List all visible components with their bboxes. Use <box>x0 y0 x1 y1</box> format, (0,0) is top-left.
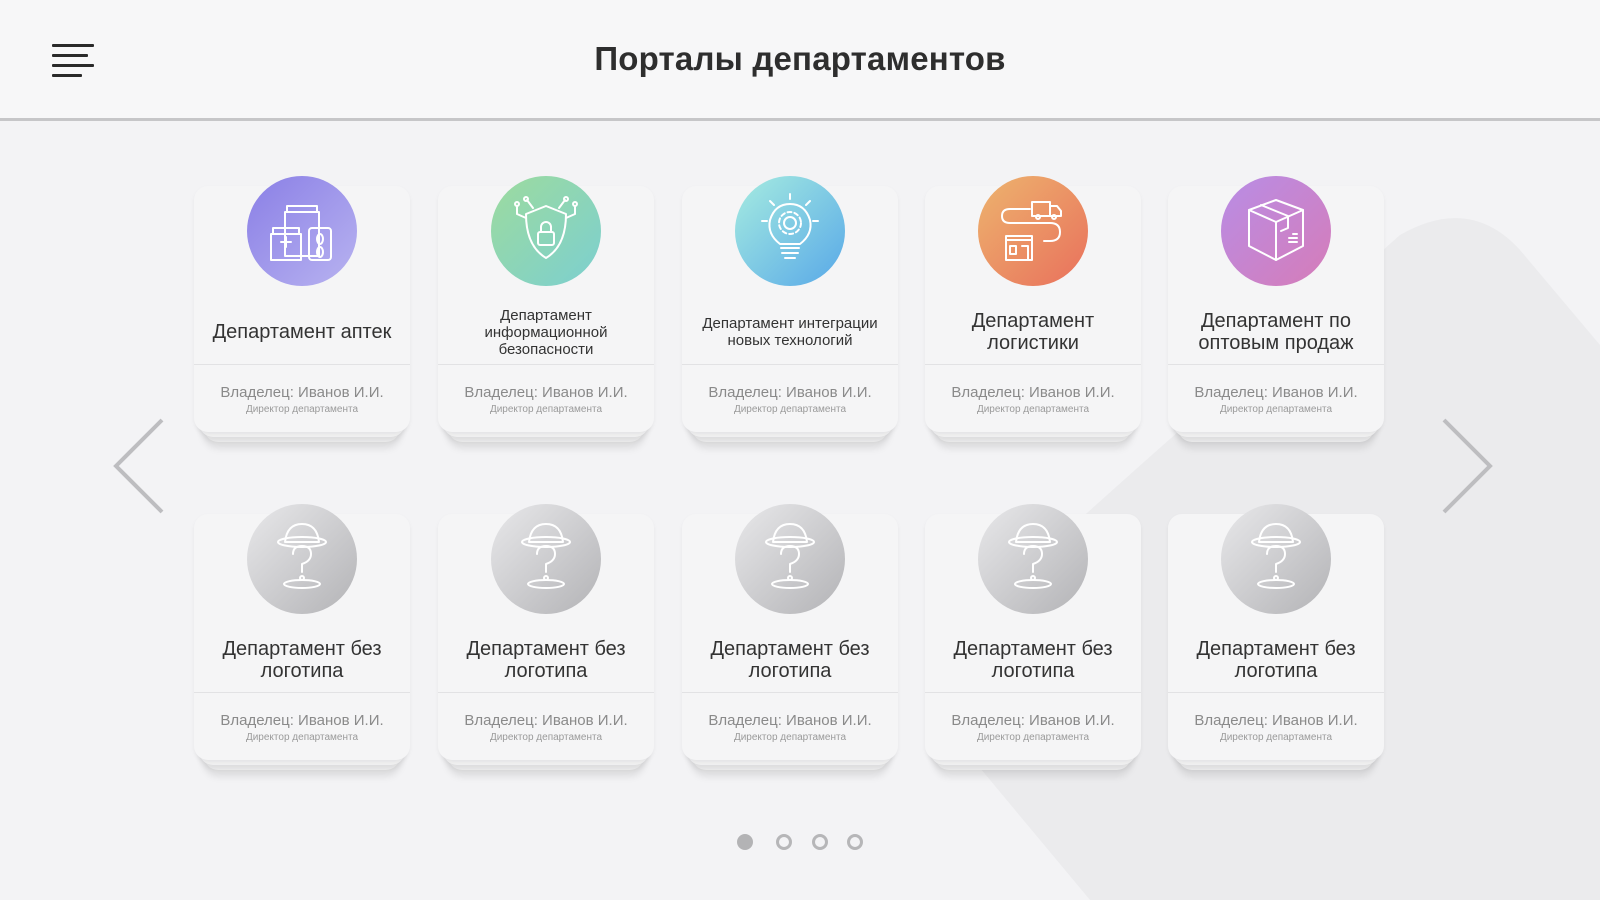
department-card[interactable]: Департамент аптек Владелец: Иванов И.И. … <box>194 176 410 442</box>
department-card[interactable]: Департамент информационной безопасности … <box>438 176 654 442</box>
department-card[interactable]: Департамент без логотипа Владелец: Ивано… <box>682 504 898 770</box>
department-name: Департамент аптек <box>212 321 392 343</box>
department-card[interactable]: Департамент логистики Владелец: Иванов И… <box>925 176 1141 442</box>
department-grid: Департамент аптек Владелец: Иванов И.И. … <box>0 0 1600 900</box>
security-shield-icon <box>491 176 601 286</box>
pagination-dot[interactable] <box>737 834 753 850</box>
department-owner-role: Директор департамента <box>245 732 359 743</box>
department-name: Департамент логистики <box>971 310 1095 354</box>
department-owner: Владелец: Иванов И.И. <box>220 384 384 401</box>
unknown-hat-icon <box>735 504 845 614</box>
department-owner-role: Директор департамента <box>489 732 603 743</box>
department-owner: Владелец: Иванов И.И. <box>1194 384 1358 401</box>
department-owner: Владелец: Иванов И.И. <box>1194 712 1358 729</box>
department-owner: Владелец: Иванов И.И. <box>220 712 384 729</box>
department-owner-role: Директор департамента <box>245 404 359 415</box>
unknown-hat-icon <box>978 504 1088 614</box>
department-card[interactable]: Департамент без логотипа Владелец: Ивано… <box>1168 504 1384 770</box>
card-divider <box>1168 692 1384 693</box>
card-divider <box>682 692 898 693</box>
card-divider <box>438 364 654 365</box>
card-divider <box>438 692 654 693</box>
department-owner: Владелец: Иванов И.И. <box>951 384 1115 401</box>
department-owner-role: Директор департамента <box>1219 732 1333 743</box>
department-owner: Владелец: Иванов И.И. <box>464 712 628 729</box>
card-divider <box>925 364 1141 365</box>
package-box-icon <box>1221 176 1331 286</box>
department-owner-role: Директор департамента <box>733 404 847 415</box>
card-divider <box>682 364 898 365</box>
department-owner: Владелец: Иванов И.И. <box>951 712 1115 729</box>
card-divider <box>1168 364 1384 365</box>
pagination-dot[interactable] <box>776 834 792 850</box>
card-divider <box>925 692 1141 693</box>
department-card[interactable]: Департамент без логотипа Владелец: Ивано… <box>438 504 654 770</box>
department-owner: Владелец: Иванов И.И. <box>464 384 628 401</box>
department-name: Департамент интеграции новых технологий <box>702 315 878 349</box>
lightbulb-gear-icon <box>735 176 845 286</box>
department-name: Департамент без логотипа <box>222 638 382 682</box>
unknown-hat-icon <box>491 504 601 614</box>
unknown-hat-icon <box>1221 504 1331 614</box>
department-card[interactable]: Департамент по оптовым продаж Владелец: … <box>1168 176 1384 442</box>
department-name: Департамент без логотипа <box>953 638 1113 682</box>
department-card[interactable]: Департамент без логотипа Владелец: Ивано… <box>925 504 1141 770</box>
department-owner-role: Директор департамента <box>1219 404 1333 415</box>
department-name: Департамент без логотипа <box>1196 638 1356 682</box>
pharmacy-icon <box>247 176 357 286</box>
card-divider <box>194 692 410 693</box>
pagination-dot[interactable] <box>812 834 828 850</box>
department-owner-role: Директор департамента <box>976 732 1090 743</box>
department-name: Департамент без логотипа <box>466 638 626 682</box>
pagination-dots <box>0 834 1600 854</box>
unknown-hat-icon <box>247 504 357 614</box>
department-owner-role: Директор департамента <box>489 404 603 415</box>
department-owner: Владелец: Иванов И.И. <box>708 384 872 401</box>
department-owner-role: Директор департамента <box>733 732 847 743</box>
department-owner: Владелец: Иванов И.И. <box>708 712 872 729</box>
pagination-dot[interactable] <box>847 834 863 850</box>
card-divider <box>194 364 410 365</box>
department-owner-role: Директор департамента <box>976 404 1090 415</box>
department-name: Департамент по оптовым продаж <box>1198 310 1354 354</box>
department-card[interactable]: Департамент без логотипа Владелец: Ивано… <box>194 504 410 770</box>
department-name: Департамент без логотипа <box>710 638 870 682</box>
delivery-truck-icon <box>978 176 1088 286</box>
department-card[interactable]: Департамент интеграции новых технологий … <box>682 176 898 442</box>
department-name: Департамент информационной безопасности <box>484 306 608 358</box>
